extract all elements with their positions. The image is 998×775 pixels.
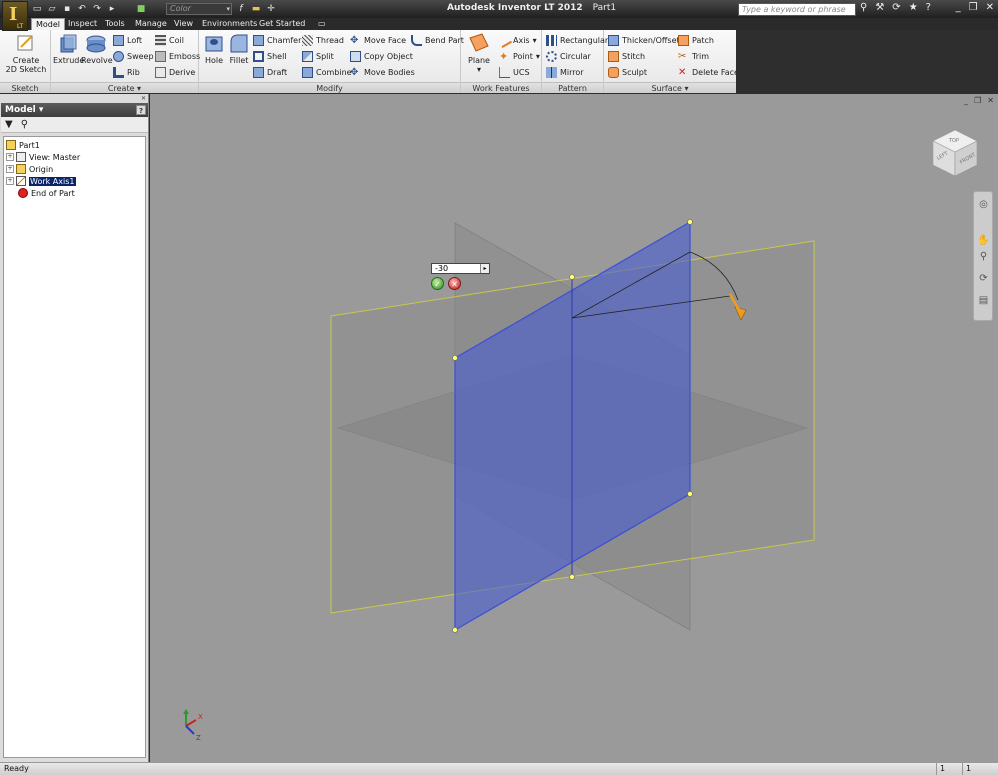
scene-geometry xyxy=(330,219,815,633)
pan-icon[interactable]: ✋ xyxy=(977,234,990,247)
vertex-point[interactable] xyxy=(569,574,575,580)
steering-wheel-icon[interactable]: ◎ xyxy=(977,198,990,211)
vertex-point[interactable] xyxy=(687,219,693,225)
svg-text:TOP: TOP xyxy=(948,138,959,144)
angle-input[interactable]: -30 ▸ xyxy=(431,263,490,274)
svg-text:X: X xyxy=(198,713,203,721)
application-menu-button[interactable]: I LT xyxy=(2,1,28,31)
vertex-point[interactable] xyxy=(687,491,693,497)
coordinate-triad: X Z xyxy=(183,709,203,742)
vertex-point[interactable] xyxy=(569,274,575,280)
apply-button[interactable]: ✓ xyxy=(431,277,444,290)
zoom-icon[interactable]: ⚲ xyxy=(977,250,990,263)
look-at-icon[interactable]: ▤ xyxy=(977,294,990,307)
vertex-point[interactable] xyxy=(452,355,458,361)
vertex-point[interactable] xyxy=(452,627,458,633)
status-field-1: 1 xyxy=(936,763,964,775)
cancel-button[interactable]: ✕ xyxy=(448,277,461,290)
status-field-2: 1 xyxy=(962,763,990,775)
status-bar: Ready 1 1 xyxy=(0,762,998,775)
angle-menu-icon[interactable]: ▸ xyxy=(480,264,489,273)
status-text: Ready xyxy=(4,764,29,773)
viewcube[interactable]: TOP LEFT FRONT xyxy=(930,128,980,178)
navigation-bar: ◎ ✋ ⚲ ⟳ ▤ xyxy=(973,191,993,321)
svg-text:Z: Z xyxy=(196,734,201,742)
orbit-icon[interactable]: ⟳ xyxy=(977,272,990,285)
